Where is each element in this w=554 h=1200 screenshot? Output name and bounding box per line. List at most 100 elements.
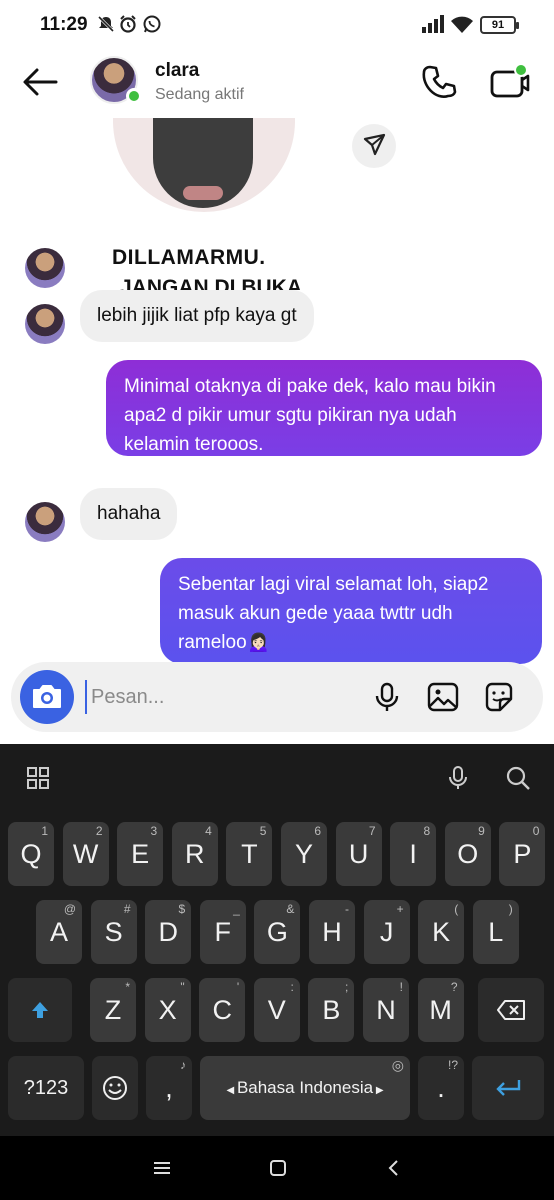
sticker-icon[interactable] — [481, 679, 517, 715]
microphone-icon[interactable] — [369, 679, 405, 715]
key-j[interactable]: J + — [363, 900, 410, 964]
key-o[interactable]: O9 — [444, 822, 491, 886]
key-p[interactable]: P0 — [499, 822, 546, 886]
space-key[interactable]: ◀ Bahasa Indonesia ▶ ◎ — [200, 1056, 410, 1120]
symbols-key[interactable]: ?123 — [8, 1056, 84, 1120]
comma-key[interactable]: , ♪ — [146, 1056, 192, 1120]
key-d[interactable]: D $ — [145, 900, 192, 964]
phone-call-icon[interactable] — [420, 62, 460, 102]
key-secondary-label: ( — [454, 902, 459, 916]
key-label: X — [158, 995, 177, 1025]
sender-avatar[interactable] — [25, 502, 65, 542]
battery-indicator: 91 — [480, 16, 519, 34]
post-lips — [183, 186, 223, 200]
enter-key[interactable] — [472, 1056, 544, 1120]
key-secondary-label: : — [290, 980, 294, 994]
key-r[interactable]: R4 — [171, 822, 218, 886]
voice-input-icon[interactable] — [446, 764, 470, 792]
online-status-dot — [126, 88, 142, 104]
message-input[interactable] — [85, 680, 355, 714]
key-secondary-label: @ — [63, 902, 76, 916]
key-f[interactable]: F _ — [199, 900, 246, 964]
key-secondary-label: _ — [233, 902, 240, 916]
key-label: H — [322, 917, 342, 947]
key-w[interactable]: W2 — [62, 822, 109, 886]
key-l[interactable]: L) — [472, 900, 519, 964]
incoming-message-bubble[interactable]: hahaha — [80, 488, 178, 540]
key-t[interactable]: T5 — [226, 822, 273, 886]
key-label: , — [165, 1073, 173, 1103]
key-v[interactable]: V: — [253, 978, 300, 1042]
key-secondary-label: ' — [236, 980, 240, 994]
key-m[interactable]: M? — [417, 978, 464, 1042]
key-secondary-label: + — [396, 902, 404, 916]
key-label: A — [49, 917, 68, 947]
key-c[interactable]: C ' — [199, 978, 246, 1042]
sender-avatar[interactable] — [25, 248, 65, 288]
camera-icon — [33, 685, 61, 708]
key-secondary-label: " — [180, 980, 185, 994]
alarm-icon — [120, 15, 136, 33]
key-secondary-label: 0 — [532, 824, 540, 838]
globe-icon: ◎ — [391, 1057, 404, 1073]
key-h[interactable]: H- — [309, 900, 355, 964]
key-u[interactable]: U7 — [335, 822, 382, 886]
key-secondary-label: & — [286, 902, 295, 916]
key-secondary-label: !? — [447, 1058, 458, 1072]
key-q[interactable]: Q1 — [8, 822, 54, 886]
shared-post-preview[interactable]: DILLAMARMU. JANGAN DI BUKA — [80, 118, 342, 290]
home-icon[interactable] — [268, 1158, 288, 1178]
outgoing-message-bubble[interactable]: Minimal otaknya di pake dek, kalo mau bi… — [106, 360, 542, 456]
key-secondary-label: 9 — [478, 824, 485, 838]
send-icon — [363, 133, 386, 156]
message-thread[interactable]: DILLAMARMU. JANGAN DI BUKA lebih jijik l… — [0, 118, 554, 668]
incoming-message-bubble[interactable]: lebih jijik liat pfp kaya gt — [80, 290, 314, 342]
mic-mini-icon: ♪ — [180, 1058, 186, 1072]
emoji-icon — [103, 1076, 127, 1100]
keyboard-menu-icon[interactable] — [26, 766, 50, 790]
key-b[interactable]: B; — [308, 978, 355, 1042]
key-label: . — [437, 1073, 445, 1103]
key-label: D — [158, 917, 178, 947]
soft-keyboard: Q 1 W 2 E 3 R 4 T 5 Y 6 U 7 I 8 O 9 P 0 A @ S # D $ F _ G & H - J + K(L) Z *… — [0, 744, 554, 1136]
key-secondary-label: * — [125, 980, 130, 994]
back-nav-icon[interactable] — [384, 1158, 404, 1178]
key-x[interactable]: X " — [144, 978, 191, 1042]
contact-active-status: Sedang aktif — [155, 86, 244, 103]
shift-arrow-icon — [32, 1002, 48, 1018]
key-secondary-label: ) — [508, 902, 513, 916]
recents-menu-icon[interactable] — [152, 1158, 172, 1178]
keyboard-search-icon[interactable] — [504, 764, 532, 792]
shift-key[interactable] — [8, 978, 72, 1042]
camera-button[interactable] — [20, 670, 74, 724]
key-y[interactable]: Y6 — [281, 822, 327, 886]
outgoing-message-bubble[interactable]: Sebentar lagi viral selamat loh, siap2 m… — [160, 558, 542, 664]
key-i[interactable]: I8 — [390, 822, 437, 886]
key-label: V — [267, 995, 286, 1025]
space-language-label: Bahasa Indonesia — [236, 1078, 374, 1097]
key-s[interactable]: S # — [90, 900, 137, 964]
key-a[interactable]: A @ — [36, 900, 82, 964]
key-z[interactable]: Z * — [90, 978, 136, 1042]
system-navigation-bar — [0, 1136, 554, 1200]
key-label: P — [513, 839, 532, 869]
key-secondary-label: ; — [345, 980, 349, 994]
key-label: T — [241, 839, 258, 869]
key-k[interactable]: K( — [418, 900, 465, 964]
key-e[interactable]: E3 — [117, 822, 164, 886]
whatsapp-icon — [143, 15, 161, 33]
video-call-icon[interactable] — [488, 62, 530, 102]
key-n[interactable]: N! — [363, 978, 409, 1042]
forward-post-button[interactable] — [352, 124, 396, 168]
key-secondary-label: 5 — [259, 824, 267, 838]
gallery-icon[interactable] — [425, 679, 461, 715]
contact-name[interactable]: clara — [155, 60, 199, 82]
sender-avatar[interactable] — [25, 304, 65, 344]
key-g[interactable]: G & — [254, 900, 301, 964]
key-label: Q — [20, 839, 42, 869]
key-secondary-label: 1 — [41, 824, 48, 838]
period-key[interactable]: .!? — [418, 1056, 464, 1120]
backspace-key[interactable] — [478, 978, 544, 1042]
emoji-key[interactable] — [92, 1056, 138, 1120]
back-arrow-icon[interactable] — [20, 64, 60, 100]
